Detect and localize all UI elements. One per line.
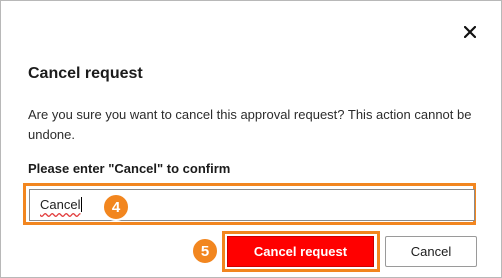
cancel-request-button[interactable]: Cancel request — [227, 236, 374, 267]
confirm-label: Please enter "Cancel" to confirm — [28, 161, 231, 176]
step-badge-5: 5 — [191, 237, 219, 265]
close-icon[interactable] — [460, 22, 480, 42]
text-caret — [81, 197, 83, 212]
cancel-button[interactable]: Cancel — [385, 236, 477, 267]
confirm-input[interactable]: Cancel — [29, 189, 475, 221]
confirm-input-value: Cancel — [40, 197, 81, 212]
cancel-request-dialog: Cancel request Are you sure you want to … — [0, 0, 502, 278]
dialog-description: Are you sure you want to cancel this app… — [28, 107, 472, 142]
step-badge-4: 4 — [102, 193, 130, 221]
dialog-title: Cancel request — [28, 65, 143, 82]
close-icon-glyph — [464, 26, 476, 38]
